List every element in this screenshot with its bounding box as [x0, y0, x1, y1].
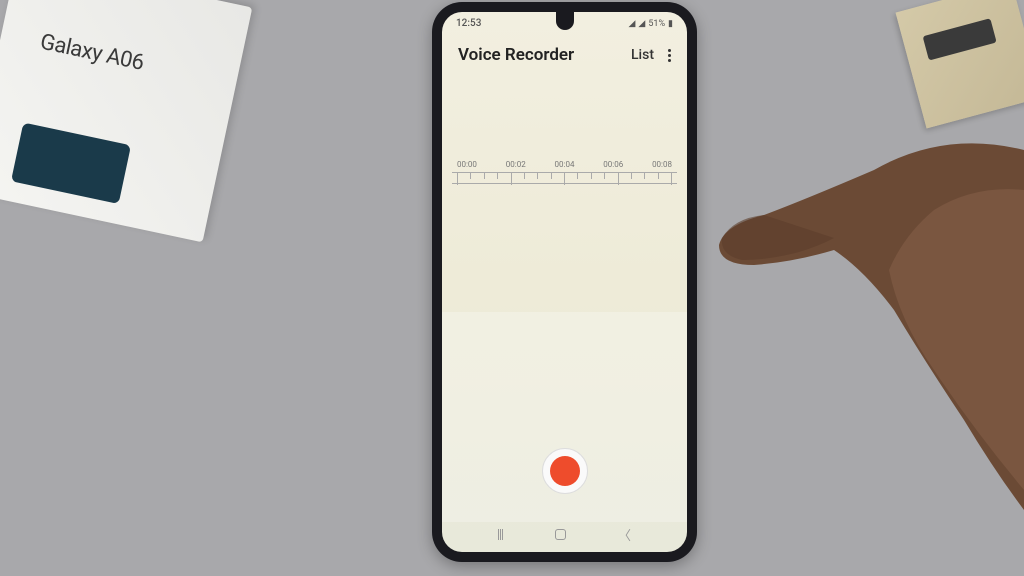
record-icon [550, 456, 580, 486]
box-model-label: Galaxy A06 [38, 30, 146, 76]
list-button[interactable]: List [631, 47, 654, 63]
phone-device: 12:53 ◢ ◢ 51% ▮ Voice Recorder List 00:0… [432, 2, 697, 562]
nav-bar: 〈 [442, 525, 687, 544]
product-box: Galaxy A06 [0, 0, 252, 242]
battery-label: 51% [648, 19, 665, 29]
signal-icon: ◢ [638, 19, 645, 29]
notch [556, 12, 574, 30]
timeline: 00:00 00:02 00:04 00:06 00:08 [442, 160, 687, 184]
more-icon[interactable] [668, 49, 671, 62]
status-indicators: ◢ ◢ 51% ▮ [628, 19, 673, 29]
nav-recents-button[interactable] [498, 529, 503, 540]
record-button[interactable] [542, 448, 588, 494]
app-title: Voice Recorder [458, 45, 574, 65]
app-header: Voice Recorder List [442, 31, 687, 75]
battery-icon: ▮ [668, 19, 673, 29]
timeline-ruler [452, 172, 677, 184]
status-time: 12:53 [456, 18, 481, 29]
nav-back-button[interactable]: 〈 [618, 525, 631, 544]
signal-icon: ◢ [628, 19, 635, 29]
phone-screen: 12:53 ◢ ◢ 51% ▮ Voice Recorder List 00:0… [442, 12, 687, 552]
nav-home-button[interactable] [555, 529, 566, 540]
timeline-labels: 00:00 00:02 00:04 00:06 00:08 [452, 160, 677, 172]
desk-clip [896, 0, 1024, 128]
